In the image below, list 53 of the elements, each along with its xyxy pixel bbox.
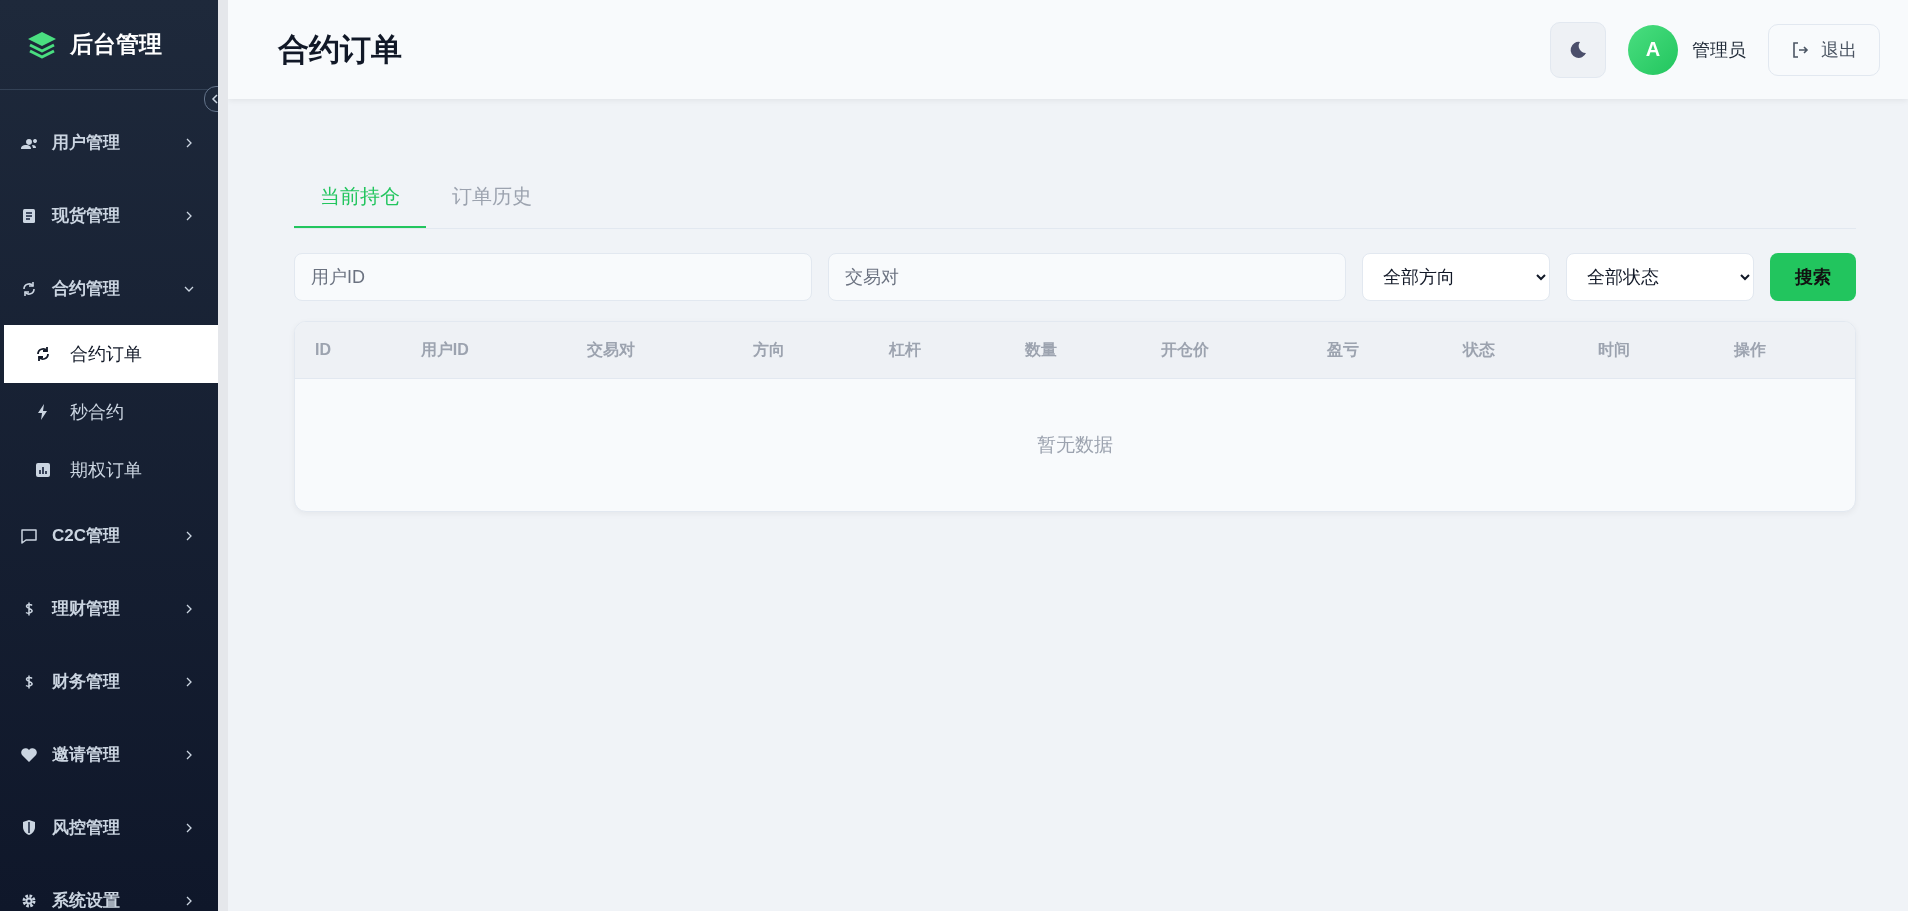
column-header: ID [315, 341, 332, 359]
column-header: 时间 [1598, 339, 1632, 360]
chevron-right-icon [184, 137, 194, 148]
sidebar-item[interactable]: 现货管理 [0, 179, 218, 252]
page-title: 合约订单 [278, 30, 403, 69]
chevron-right-icon [184, 749, 194, 760]
refresh-icon [20, 279, 38, 298]
status-dropdown[interactable]: 全部状态 [1566, 253, 1754, 301]
chevron-right-icon [184, 822, 194, 833]
chat-icon [20, 526, 38, 545]
column-header: 方向 [752, 339, 786, 360]
column-header: 数量 [1024, 339, 1058, 360]
user-id-field[interactable]: 用户ID [294, 253, 812, 301]
bar-chart-icon [34, 461, 52, 479]
sidebar-item[interactable]: C2C管理 [0, 499, 218, 572]
trading-pair-field[interactable]: 交易对 [828, 253, 1346, 301]
sidebar-item[interactable]: 用户管理 [0, 106, 218, 179]
theme-toggle-button[interactable] [1550, 21, 1606, 78]
direction-dropdown[interactable]: 全部方向 [1362, 253, 1550, 301]
chevron-right-icon [184, 603, 194, 614]
sidebar-item[interactable]: 财务管理 [0, 645, 218, 718]
chevron-right-icon [184, 210, 194, 221]
chevron-left-icon [211, 94, 218, 104]
heart-icon [20, 745, 38, 764]
chevron-right-icon [184, 530, 194, 541]
sidebar-item[interactable]: 合约管理 [0, 252, 218, 325]
sidebar-subitem[interactable]: 合约订单 [4, 325, 218, 383]
sidebar-item[interactable]: 风控管理 [0, 791, 218, 864]
column-header: 操作 [1734, 339, 1768, 360]
sidebar-item[interactable]: 系统设置 [0, 864, 218, 911]
refresh-icon [34, 345, 52, 363]
column-header: 开仓价 [1160, 339, 1210, 360]
column-header: 状态 [1462, 339, 1496, 360]
sidebar-subitem[interactable]: 期权订单 [0, 441, 218, 499]
sidebar-subitem[interactable]: 秒合约 [0, 383, 218, 441]
column-header: 交易对 [586, 339, 636, 360]
moon-icon [1568, 39, 1588, 60]
column-header: 杠杆 [888, 339, 922, 360]
document-icon [20, 206, 38, 225]
user-name: 管理员 [1692, 38, 1746, 62]
chevron-right-icon [184, 676, 194, 687]
search-button[interactable]: 搜索 [1770, 253, 1856, 301]
layers-icon [26, 29, 58, 60]
column-header: 用户ID [420, 339, 470, 360]
sidebar-item[interactable]: 邀请管理 [0, 718, 218, 791]
shield-icon [20, 818, 38, 837]
logout-icon [1791, 40, 1809, 59]
logout-button[interactable]: 退出 [1768, 23, 1880, 76]
empty-message: 暂无数据 [1037, 433, 1113, 457]
sidebar-item[interactable]: 理财管理 [0, 572, 218, 645]
app-logo-text: 后台管理 [70, 30, 162, 59]
chevron-right-icon [184, 895, 194, 906]
column-header: 盈亏 [1326, 339, 1360, 360]
